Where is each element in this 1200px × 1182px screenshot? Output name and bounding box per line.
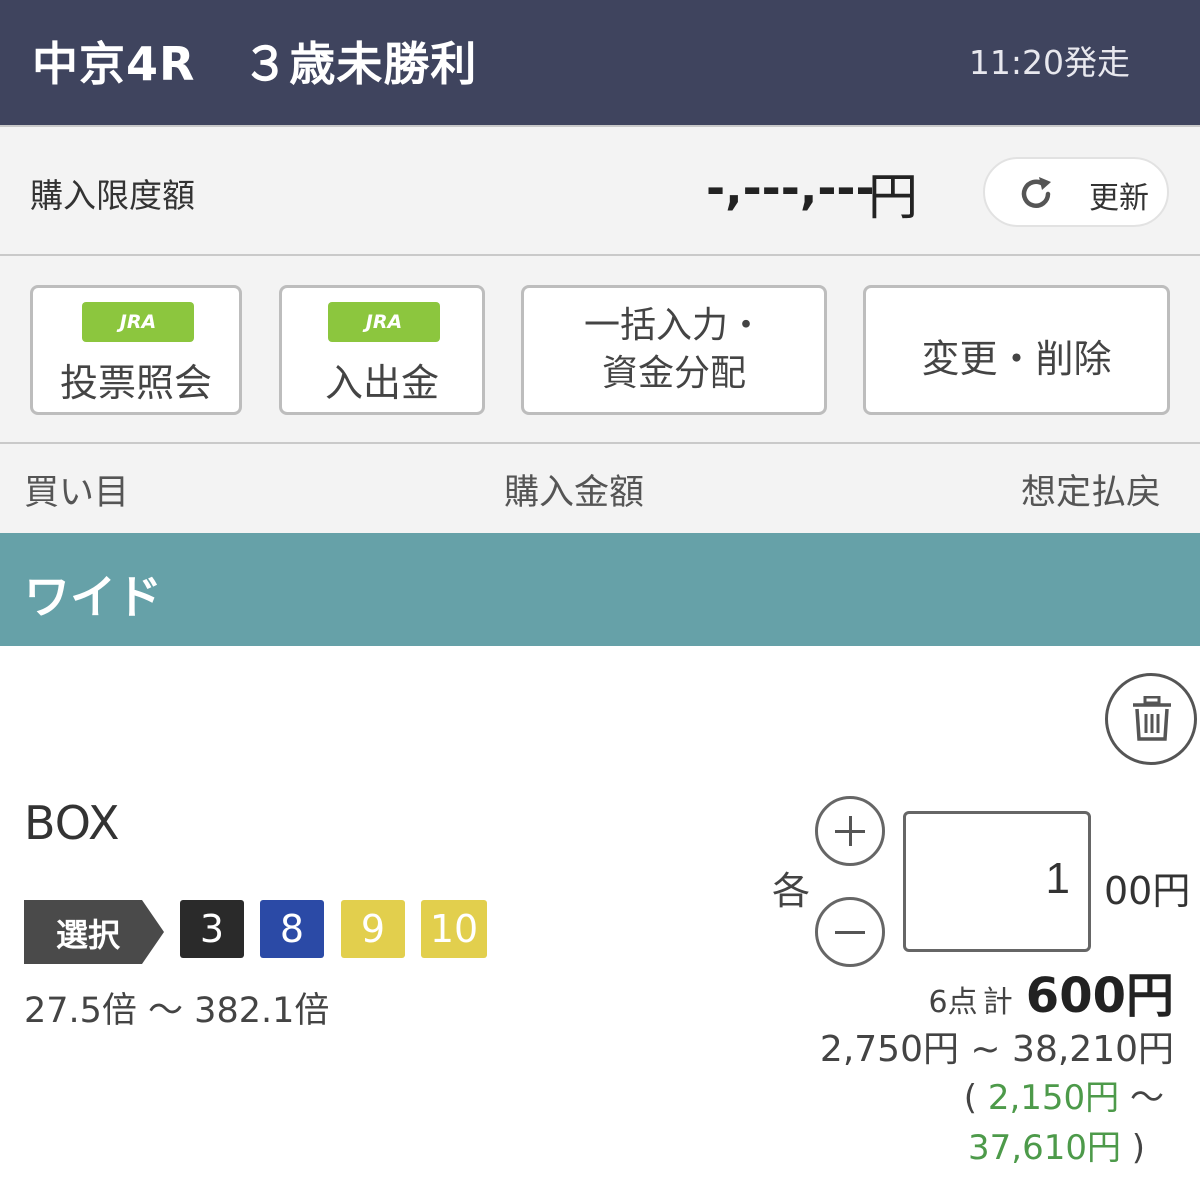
vote-inquiry-button[interactable]: JRA IPAT ⧉ 投票照会 (30, 285, 242, 415)
horse-number-3: 3 (180, 900, 244, 958)
each-label: 各 (772, 869, 811, 913)
refund-range-line2: 37,610円 ) (968, 1128, 1146, 1168)
payout-range: 2,750円 ~ 38,210円 (819, 1029, 1174, 1070)
total-label: 計 (982, 985, 1013, 1020)
refund-max: 37,610円 (968, 1128, 1121, 1168)
column-amount: 購入金額 (504, 473, 645, 513)
bet-amount-input[interactable]: 1 (903, 811, 1091, 952)
horse-number-9: 9 (341, 900, 405, 958)
decrease-button[interactable] (815, 897, 885, 967)
delete-bet-button[interactable] (1105, 673, 1197, 765)
bet-total-line: 6点 計 600円 (929, 956, 1174, 1026)
bet-type-label: ワイド (24, 570, 162, 624)
odds-range: 27.5倍 ～ 382.1倍 (24, 991, 330, 1031)
horse-number-10: 10 (421, 900, 487, 958)
bet-total: 600円 (1025, 968, 1174, 1024)
bet-type-header: ワイド (0, 533, 1200, 646)
deposit-withdraw-label: 入出金 (324, 361, 439, 405)
action-button-row: JRA IPAT ⧉ 投票照会 JRA IPAT ⧉ 入出金 一括入力・ 資金分配 … (0, 256, 1200, 444)
amount-unit: 00円 (1104, 869, 1191, 913)
select-tag: 選択 (24, 900, 164, 964)
refresh-icon (1021, 177, 1051, 208)
race-header: 中京4R ３歳未勝利 11:20発走 (0, 0, 1200, 125)
trash-icon (1133, 696, 1171, 741)
bulk-input-button[interactable]: 一括入力・ 資金分配 (521, 285, 827, 415)
jra-ipat-badge: JRA IPAT ⧉ (328, 302, 440, 373)
refresh-label: 更新 (1089, 181, 1149, 216)
purchase-limit-label: 購入限度額 (30, 176, 195, 215)
post-time: 11:20発走 (968, 43, 1130, 82)
increase-button[interactable] (815, 796, 885, 866)
refund-range-line1: ( 2,150円 ～ (963, 1078, 1164, 1118)
column-headers: 買い目 購入金額 想定払戻 (0, 444, 1200, 533)
change-delete-label: 変更・削除 (921, 337, 1112, 381)
column-payout: 想定払戻 (1021, 473, 1162, 513)
vote-inquiry-label: 投票照会 (59, 361, 212, 405)
refresh-button[interactable]: 更新 (983, 157, 1169, 227)
select-tag-label: 選択 (56, 916, 121, 954)
bulk-input-label: 一括入力・ 資金分配 (583, 305, 764, 394)
purchase-limit-row: 購入限度額 -,---,--- 円 更新 (0, 125, 1200, 256)
bet-points: 6点 (928, 985, 978, 1020)
purchase-limit-amount: -,---,--- (706, 161, 875, 215)
change-delete-button[interactable]: 変更・削除 (863, 285, 1170, 415)
deposit-withdraw-button[interactable]: JRA IPAT ⧉ 入出金 (279, 285, 485, 415)
purchase-limit-currency: 円 (868, 168, 918, 226)
jra-ipat-badge: JRA IPAT ⧉ (82, 302, 194, 373)
column-selection: 買い目 (24, 473, 130, 513)
horse-number-8: 8 (260, 900, 324, 958)
race-title: 中京4R ３歳未勝利 (32, 37, 478, 91)
bet-method: BOX (24, 796, 120, 850)
refund-min: 2,150円 (987, 1078, 1120, 1118)
